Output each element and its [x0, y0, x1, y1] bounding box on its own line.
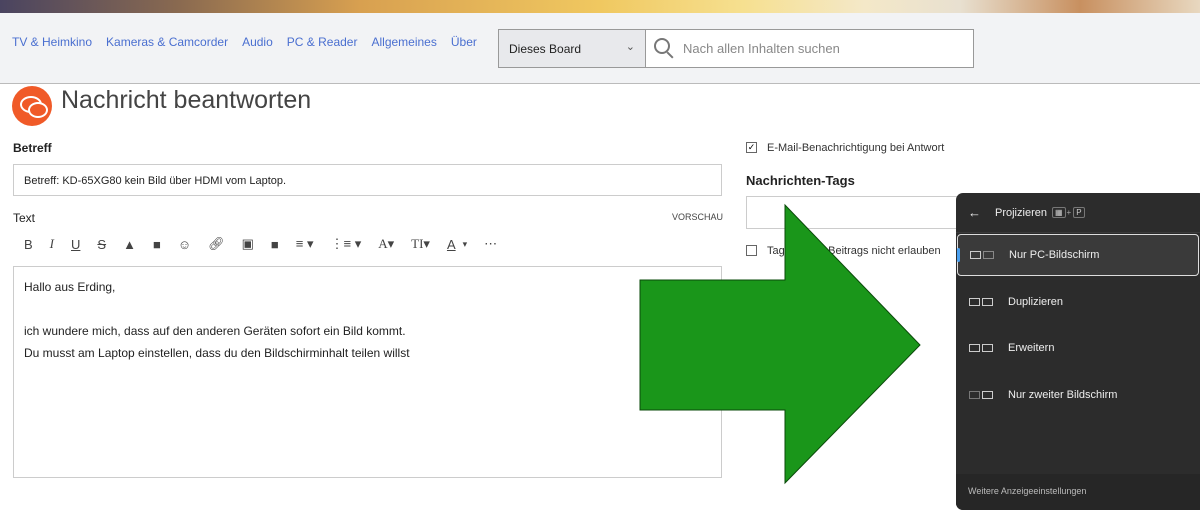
option-label: Nur PC-Bildschirm	[1009, 249, 1100, 261]
option-label: Duplizieren	[1008, 296, 1064, 308]
back-arrow-icon[interactable]: ←	[968, 205, 981, 220]
laptop-icon	[970, 251, 981, 259]
laptop-icon	[969, 298, 980, 306]
monitor-icon	[982, 344, 993, 352]
more-display-settings-link[interactable]: Weitere Anzeigeeinstellungen	[956, 474, 1200, 510]
laptop-icon	[969, 391, 980, 399]
option-duplicate[interactable]: Duplizieren	[957, 281, 1199, 323]
monitor-icon	[982, 298, 993, 306]
project-panel: ← Projizieren ▦ + P Nur PC-Bildschirm Dupl…	[956, 193, 1200, 510]
project-header: ← Projizieren ▦ + P	[956, 193, 1200, 233]
option-label: Erweitern	[1008, 342, 1055, 354]
option-second-only[interactable]: Nur zweiter Bildschirm	[957, 374, 1199, 416]
laptop-icon	[969, 344, 980, 352]
windows-key-icon: ▦	[1051, 207, 1066, 218]
shortcut-key: P	[1073, 207, 1085, 218]
project-title: Projizieren	[995, 206, 1047, 219]
monitor-icon	[983, 251, 994, 259]
monitor-icon	[982, 391, 993, 399]
option-extend[interactable]: Erweitern	[957, 327, 1199, 369]
arrow-shape	[639, 203, 921, 485]
option-pc-only[interactable]: Nur PC-Bildschirm	[957, 234, 1199, 276]
option-label: Nur zweiter Bildschirm	[1008, 389, 1118, 401]
